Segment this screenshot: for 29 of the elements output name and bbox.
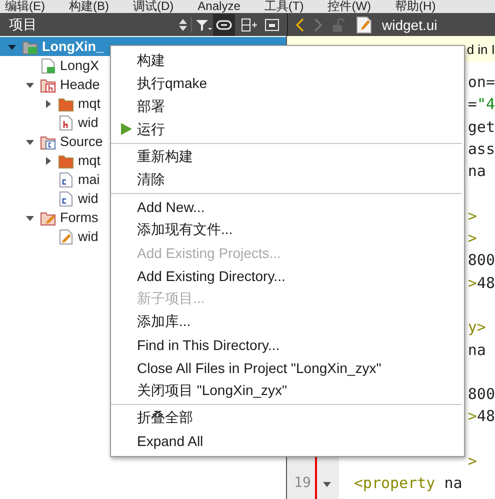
tree-label: wid (78, 191, 98, 206)
code-line: > (468, 451, 477, 472)
tree-label: Heade (60, 77, 100, 92)
tree-label: mqt (78, 96, 101, 111)
code-line: na (468, 161, 486, 182)
code-line: <property na (354, 473, 462, 494)
code-line: y> (468, 317, 486, 338)
tree-label: wid (78, 229, 98, 244)
tree-label: Forms (60, 210, 98, 225)
code-line: on= (468, 72, 495, 93)
tree-label: LongX (60, 58, 100, 73)
code-line: 800 (468, 250, 495, 272)
file-name: widget.ui (382, 16, 438, 32)
tree-label: mqt (78, 153, 101, 168)
code-line: ="4 (468, 94, 495, 116)
code-line: na (468, 340, 486, 361)
tree-label: LongXin_ (42, 39, 104, 54)
code-line: > (468, 228, 477, 250)
code-line: > (468, 206, 477, 227)
code-line: 800 (468, 384, 495, 406)
line-number: 19 (293, 474, 311, 494)
code-line: get (468, 116, 495, 138)
code-line: >48 (468, 406, 495, 428)
tree-label: Source (60, 134, 103, 149)
tree-label: mai (78, 172, 100, 187)
code-line: >48 (468, 272, 495, 294)
code-line: ass (468, 138, 495, 160)
panel-title: 项目 (8, 16, 38, 34)
tree-label: wid (78, 115, 98, 130)
